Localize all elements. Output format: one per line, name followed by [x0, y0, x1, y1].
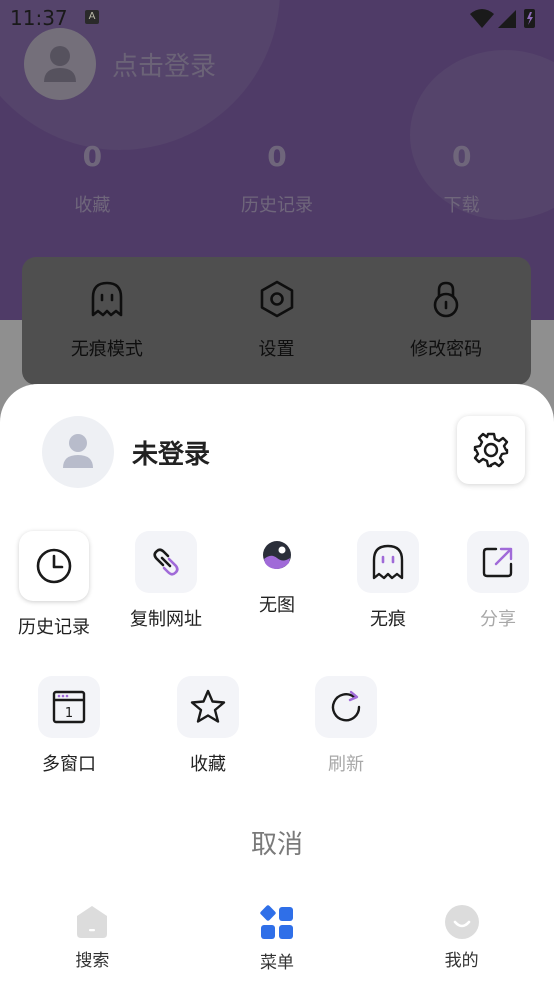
clock-icon [36, 548, 72, 584]
menu-label: 无痕 [370, 609, 406, 630]
gear-icon [473, 432, 509, 468]
tile [19, 531, 89, 601]
link-icon [153, 548, 179, 576]
wifi-icon [470, 9, 494, 28]
signal-icon [498, 10, 516, 28]
avatar [42, 416, 114, 488]
status-bar: 11:37 A [0, 0, 554, 36]
menu-label: 历史记录 [18, 617, 90, 638]
menu-label: 分享 [480, 609, 516, 630]
smile-icon [444, 905, 479, 939]
menu-no-image[interactable]: 无图 [227, 531, 327, 617]
menu-history[interactable]: 历史记录 [4, 531, 104, 639]
multi-window-icon: 1 [52, 690, 86, 724]
tile [467, 531, 529, 593]
tab-label: 菜单 [260, 953, 294, 973]
menu-label: 复制网址 [130, 609, 202, 630]
tile [246, 531, 308, 579]
window-count: 1 [65, 706, 73, 721]
menu-favorite[interactable]: 收藏 [158, 676, 258, 776]
home-icon [77, 906, 108, 938]
no-image-icon [263, 541, 291, 569]
tile: 1 [38, 676, 100, 738]
tab-mine[interactable]: 我的 [369, 904, 554, 984]
tile [357, 531, 419, 593]
tile [135, 531, 197, 593]
menu-label: 多窗口 [42, 754, 96, 775]
user-icon [63, 434, 93, 468]
ghost-icon [372, 544, 404, 580]
menu-refresh[interactable]: 刷新 [296, 676, 396, 776]
tab-search[interactable]: 搜索 [0, 904, 185, 984]
menu-label: 无图 [259, 595, 295, 616]
settings-button[interactable] [457, 416, 525, 484]
share-icon [482, 547, 513, 578]
menu-incognito[interactable]: 无痕 [338, 531, 438, 631]
menu-copy-url[interactable]: 复制网址 [116, 531, 216, 631]
tab-bar: 搜索 菜单 我的 [0, 904, 554, 984]
menu-multi-window[interactable]: 1 多窗口 [19, 676, 119, 776]
menu-label: 刷新 [328, 754, 364, 775]
status-time: 11:37 [10, 6, 68, 30]
refresh-icon [331, 690, 361, 722]
sheet-user-row[interactable]: 未登录 [42, 416, 210, 488]
status-icons [470, 9, 535, 28]
cancel-button[interactable]: 取消 [0, 824, 554, 861]
sheet-user-label: 未登录 [132, 439, 211, 470]
menu-label: 收藏 [190, 754, 226, 775]
tile [315, 676, 377, 738]
menu-grid-icon [260, 905, 293, 939]
menu-share[interactable]: 分享 [448, 531, 548, 631]
tab-menu[interactable]: 菜单 [185, 904, 370, 984]
tile [177, 676, 239, 738]
star-icon [190, 689, 226, 723]
menu-sheet: 未登录 历史记录 复制网址 无图 无痕 分享 1 多窗口 收藏 刷新 取消 搜索… [0, 384, 554, 984]
notification-icon: A [85, 10, 99, 24]
tab-label: 搜索 [75, 951, 110, 971]
tab-label: 我的 [444, 951, 479, 971]
